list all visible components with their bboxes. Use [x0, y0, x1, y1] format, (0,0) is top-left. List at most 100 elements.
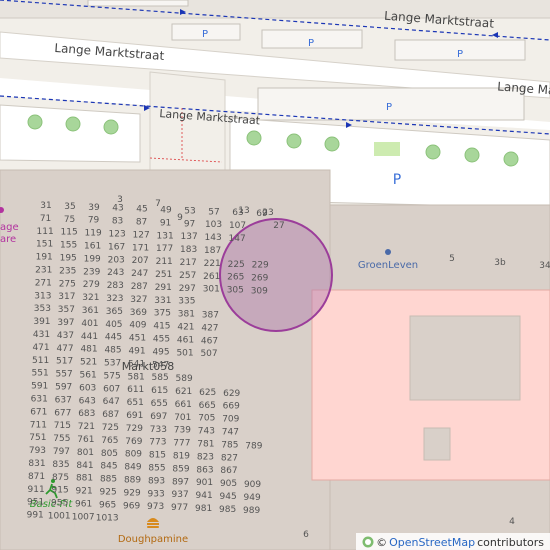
house-number: 897 [172, 477, 189, 487]
parking-label: P [457, 49, 463, 60]
house-number: 501 [176, 348, 193, 358]
house-number: 709 [222, 415, 239, 425]
house-number: 985 [219, 505, 236, 515]
house-number: 53 [184, 206, 195, 216]
house-number: 765 [101, 436, 118, 446]
house-number: 75 [64, 215, 75, 225]
poi-label-groenleven[interactable]: GroenLeven [358, 260, 418, 271]
house-number: 575 [104, 371, 121, 381]
house-number: 909 [244, 480, 261, 490]
house-number: 375 [154, 309, 171, 319]
poi-label-doughpamine[interactable]: Doughpamine [118, 534, 188, 545]
poi-label-age[interactable]: age [0, 222, 19, 233]
house-number: 517 [56, 357, 73, 367]
house-number: 835 [52, 460, 69, 470]
house-number: 969 [123, 501, 140, 511]
house-number: 589 [176, 374, 193, 384]
house-number: 297 [179, 284, 196, 294]
house-number: 323 [106, 294, 123, 304]
house-number: 111 [37, 227, 54, 237]
house-number: 831 [28, 459, 45, 469]
house-number: 34 [539, 261, 550, 271]
house-number: 819 [173, 452, 190, 462]
house-number: 815 [149, 451, 166, 461]
attribution-link[interactable]: OpenStreetMap [389, 536, 475, 549]
parking-label: P [386, 102, 392, 113]
house-number: 287 [131, 282, 148, 292]
west-sidewalk [0, 104, 141, 163]
house-number: 437 [57, 331, 74, 341]
house-number: 427 [201, 323, 218, 333]
house-number: 143 [205, 233, 222, 243]
house-number: 217 [180, 258, 197, 268]
house-number: 551 [32, 369, 49, 379]
house-number: 195 [60, 254, 77, 264]
house-number: 1013 [96, 513, 119, 523]
house-number: 797 [53, 447, 70, 457]
house-number: 777 [173, 439, 190, 449]
house-number: 187 [204, 246, 221, 256]
house-number: 261 [203, 272, 220, 282]
green-patch [374, 142, 400, 156]
house-number: 3b [494, 258, 506, 268]
house-number: 451 [129, 334, 146, 344]
house-number: 855 [148, 464, 165, 474]
house-number: 151 [36, 240, 53, 250]
house-number: 495 [152, 347, 169, 357]
house-number: 247 [131, 269, 148, 279]
house-number: 421 [177, 323, 194, 333]
house-number: 461 [177, 335, 194, 345]
house-number: 671 [30, 407, 47, 417]
house-number: 789 [245, 441, 262, 451]
house-number: 739 [174, 426, 191, 436]
house-number: 747 [222, 428, 239, 438]
house-number: 921 [76, 487, 93, 497]
house-number: 547 [152, 360, 169, 370]
house-number: 275 [59, 279, 76, 289]
house-number: 167 [108, 242, 125, 252]
house-number: 615 [151, 386, 168, 396]
house-number: 431 [33, 330, 50, 340]
house-number: 611 [127, 385, 144, 395]
house-number: 107 [229, 221, 246, 231]
house-number: 729 [126, 424, 143, 434]
house-number: 45 [136, 205, 147, 215]
house-number: 317 [58, 292, 75, 302]
house-number: 781 [197, 440, 214, 450]
house-number: 859 [172, 464, 189, 474]
house-number: 79 [88, 216, 100, 226]
house-number: 705 [198, 414, 215, 424]
map-attribution: © OpenStreetMap contributors [356, 533, 550, 550]
house-number: 651 [127, 398, 144, 408]
house-number: 409 [129, 321, 146, 331]
house-number: 801 [77, 448, 94, 458]
house-number: 309 [251, 287, 268, 297]
house-number: 773 [149, 438, 166, 448]
house-number: 137 [181, 232, 198, 242]
house-number: 701 [174, 413, 191, 423]
map-canvas[interactable]: Lange Marktstraat Lange Marktstraat Lang… [0, 0, 550, 550]
house-number: 581 [128, 372, 145, 382]
house-number: 683 [78, 409, 95, 419]
house-number: 733 [150, 425, 167, 435]
poi-label-are[interactable]: are [0, 234, 16, 245]
house-number: 405 [105, 320, 122, 330]
house-number: 665 [199, 401, 216, 411]
house-number: 965 [99, 500, 116, 510]
house-number: 305 [227, 286, 244, 296]
house-number: 239 [83, 267, 100, 277]
house-number: 725 [102, 423, 119, 433]
house-number: 629 [223, 389, 240, 399]
house-number: 885 [100, 475, 117, 485]
house-number: 203 [108, 255, 125, 265]
house-number: 235 [59, 266, 76, 276]
house-number: 955 [51, 499, 68, 509]
house-number: 123 [109, 230, 126, 240]
house-number: 721 [78, 422, 95, 432]
house-number: 401 [81, 319, 98, 329]
poi-dot-icon[interactable] [385, 249, 391, 255]
house-number: 471 [32, 343, 49, 353]
house-number: 147 [229, 234, 246, 244]
house-number: 301 [203, 285, 220, 295]
house-number: 279 [83, 280, 100, 290]
